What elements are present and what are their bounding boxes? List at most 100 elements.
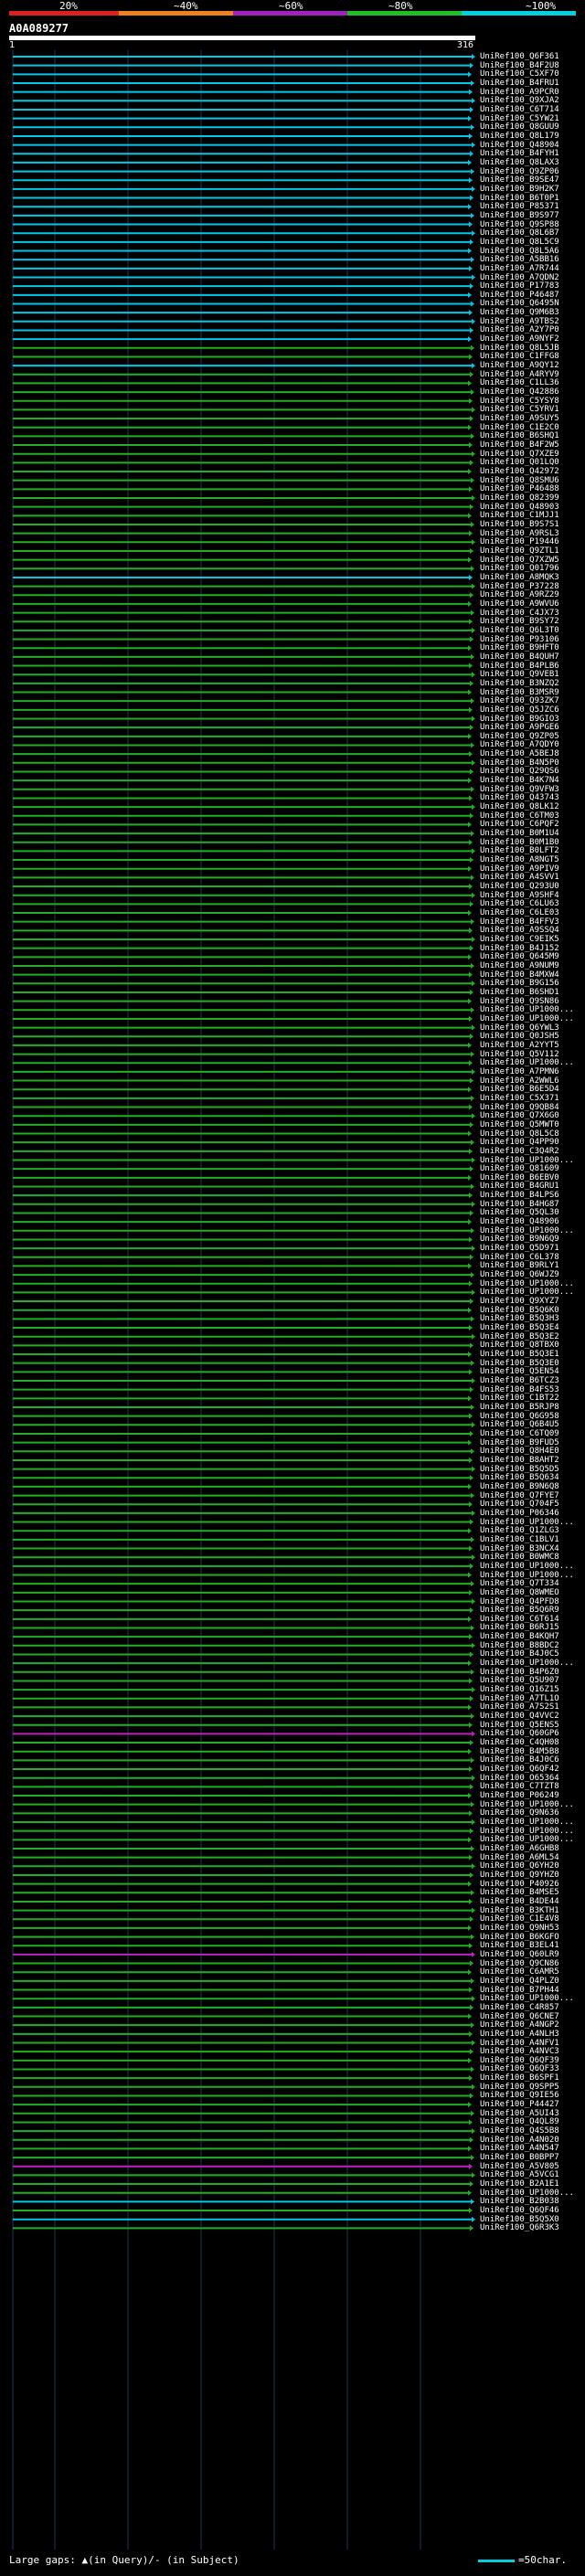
hit-label[interactable]: UniRef100_B9N6Q8 bbox=[480, 1482, 559, 1491]
hit-label[interactable]: UniRef100_B5Q3E1 bbox=[480, 1350, 559, 1359]
hit-label[interactable]: UniRef100_A9TBS2 bbox=[480, 317, 559, 326]
hit-label[interactable]: UniRef100_B9FUD5 bbox=[480, 1438, 559, 1447]
hit-label[interactable]: UniRef100_Q8L5JB bbox=[480, 344, 559, 353]
hit-label[interactable]: UniRef100_P19446 bbox=[480, 537, 559, 546]
hit-label[interactable]: UniRef100_Q7T334 bbox=[480, 1579, 559, 1588]
hit-label[interactable]: UniRef100_Q6B4U5 bbox=[480, 1420, 559, 1429]
hit-label[interactable]: UniRef100_B4QUH7 bbox=[480, 652, 559, 662]
hit-label[interactable]: UniRef100_P46488 bbox=[480, 484, 559, 493]
hit-label[interactable]: UniRef100_Q4PP90 bbox=[480, 1138, 559, 1147]
hit-label[interactable]: UniRef100_Q0JSH5 bbox=[480, 1032, 559, 1041]
hit-label[interactable]: UniRef100_Q8WMEO bbox=[480, 1588, 559, 1597]
hit-label[interactable]: UniRef100_Q82399 bbox=[480, 493, 559, 503]
hit-label[interactable]: UniRef100_C1LL36 bbox=[480, 378, 559, 387]
hit-label[interactable]: UniRef100_A4NLH3 bbox=[480, 2030, 559, 2039]
hit-label[interactable]: UniRef100_C4QH08 bbox=[480, 1738, 559, 1747]
hit-label[interactable]: UniRef100_Q4S5B8 bbox=[480, 2126, 559, 2136]
hit-label[interactable]: UniRef100_UP1000... bbox=[480, 1014, 574, 1023]
hit-label[interactable]: UniRef100_B9N6Q9 bbox=[480, 1235, 559, 1244]
hit-label[interactable]: UniRef100_A5UI43 bbox=[480, 2109, 559, 2118]
hit-label[interactable]: UniRef100_A9RZ29 bbox=[480, 590, 559, 599]
hit-label[interactable]: UniRef100_B6RJ15 bbox=[480, 1623, 559, 1632]
hit-label[interactable]: UniRef100_Q8L6B7 bbox=[480, 228, 559, 238]
hit-label[interactable]: UniRef100_B4FRU1 bbox=[480, 79, 559, 88]
hit-label[interactable]: UniRef100_B4FFV3 bbox=[480, 917, 559, 927]
hit-label[interactable]: UniRef100_C6TQ09 bbox=[480, 1429, 559, 1438]
hit-label[interactable]: UniRef100_P40926 bbox=[480, 1880, 559, 1889]
hit-label[interactable]: UniRef100_B6KGFO bbox=[480, 1933, 559, 1942]
hit-label[interactable]: UniRef100_Q8TBX0 bbox=[480, 1341, 559, 1350]
hit-label[interactable]: UniRef100_B4HG87 bbox=[480, 1200, 559, 1209]
hit-label[interactable]: UniRef100_B4GRU1 bbox=[480, 1182, 559, 1191]
hit-label[interactable]: UniRef100_B5Q3E0 bbox=[480, 1359, 559, 1368]
hit-label[interactable]: UniRef100_Q01LQ0 bbox=[480, 458, 559, 467]
hit-label[interactable]: UniRef100_Q9VEB1 bbox=[480, 670, 559, 679]
hit-label[interactable]: UniRef100_A2YYT5 bbox=[480, 1041, 559, 1050]
hit-label[interactable]: UniRef100_B6SHQ1 bbox=[480, 431, 559, 440]
hit-label[interactable]: UniRef100_B4FYH1 bbox=[480, 149, 559, 158]
hit-label[interactable]: UniRef100_Q7FYE7 bbox=[480, 1491, 559, 1500]
hit-label[interactable]: UniRef100_C1BLV1 bbox=[480, 1535, 559, 1544]
hit-label[interactable]: UniRef100_B4P6Z0 bbox=[480, 1668, 559, 1677]
hit-label[interactable]: UniRef100_B9HFT0 bbox=[480, 643, 559, 652]
hit-label[interactable]: UniRef100_A9RSL3 bbox=[480, 529, 559, 538]
hit-label[interactable]: UniRef100_Q9CN86 bbox=[480, 1959, 559, 1968]
hit-label[interactable]: UniRef100_B4K7N4 bbox=[480, 776, 559, 785]
hit-label[interactable]: UniRef100_Q60LR9 bbox=[480, 1950, 559, 1959]
hit-label[interactable]: UniRef100_Q5V112 bbox=[480, 1050, 559, 1059]
hit-label[interactable]: UniRef100_B4F2W5 bbox=[480, 440, 559, 450]
hit-label[interactable]: UniRef100_B6T0P1 bbox=[480, 194, 559, 203]
hit-label[interactable]: UniRef100_Q9XJA2 bbox=[480, 96, 559, 105]
hit-label[interactable]: UniRef100_Q5ENS5 bbox=[480, 1721, 559, 1730]
hit-label[interactable]: UniRef100_Q8GUU9 bbox=[480, 122, 559, 132]
hit-label[interactable]: UniRef100_Q8L5C8 bbox=[480, 1129, 559, 1139]
hit-label[interactable]: UniRef100_Q16Z15 bbox=[480, 1685, 559, 1694]
hit-label[interactable]: UniRef100_UP1000... bbox=[480, 1835, 574, 1844]
hit-label[interactable]: UniRef100_UP1000... bbox=[480, 1800, 574, 1809]
hit-label[interactable]: UniRef100_C6LU63 bbox=[480, 899, 559, 908]
hit-label[interactable]: UniRef100_A4N020 bbox=[480, 2136, 559, 2145]
hit-label[interactable]: UniRef100_C4R857 bbox=[480, 2003, 559, 2012]
hit-label[interactable]: UniRef100_B2B038 bbox=[480, 2197, 559, 2206]
hit-label[interactable]: UniRef100_Q7X6G0 bbox=[480, 1111, 559, 1120]
hit-label[interactable]: UniRef100_Q6QF39 bbox=[480, 2056, 559, 2065]
hit-label[interactable]: UniRef100_B3KTH1 bbox=[480, 1906, 559, 1915]
hit-label[interactable]: UniRef100_Q48906 bbox=[480, 1217, 559, 1226]
hit-label[interactable]: UniRef100_Q9M6B3 bbox=[480, 308, 559, 317]
hit-label[interactable]: UniRef100_B4KQH7 bbox=[480, 1632, 559, 1641]
hit-label[interactable]: UniRef100_C6L378 bbox=[480, 1253, 559, 1262]
hit-label[interactable]: UniRef100_B9GIO3 bbox=[480, 715, 559, 724]
hit-label[interactable]: UniRef100_B6TCZ3 bbox=[480, 1376, 559, 1385]
hit-label[interactable]: UniRef100_Q5QL30 bbox=[480, 1208, 559, 1217]
hit-label[interactable]: UniRef100_Q9IE56 bbox=[480, 2091, 559, 2100]
hit-label[interactable]: UniRef100_C9EIK5 bbox=[480, 935, 559, 944]
hit-label[interactable]: UniRef100_UP1000... bbox=[480, 1288, 574, 1297]
hit-label[interactable]: UniRef100_Q5U907 bbox=[480, 1676, 559, 1685]
hit-label[interactable]: UniRef100_A5BB16 bbox=[480, 255, 559, 264]
hit-label[interactable]: UniRef100_A9NUM9 bbox=[480, 961, 559, 970]
hit-label[interactable]: UniRef100_P44427 bbox=[480, 2100, 559, 2109]
hit-label[interactable]: UniRef100_B9RLY1 bbox=[480, 1261, 559, 1270]
hit-label[interactable]: UniRef100_A4NVC3 bbox=[480, 2047, 559, 2056]
hit-label[interactable]: UniRef100_A2WWL6 bbox=[480, 1076, 559, 1086]
hit-label[interactable]: UniRef100_A9SUY5 bbox=[480, 414, 559, 423]
hit-label[interactable]: UniRef100_A5VCG1 bbox=[480, 2170, 559, 2179]
hit-label[interactable]: UniRef100_A5BEJ8 bbox=[480, 749, 559, 758]
hit-label[interactable]: UniRef100_Q6G958 bbox=[480, 1412, 559, 1421]
hit-label[interactable]: UniRef100_B4PLB6 bbox=[480, 662, 559, 671]
hit-label[interactable]: UniRef100_Q93ZK7 bbox=[480, 696, 559, 705]
hit-label[interactable]: UniRef100_UP1000... bbox=[480, 1058, 574, 1067]
hit-label[interactable]: UniRef100_Q5JZC6 bbox=[480, 705, 559, 715]
hit-label[interactable]: UniRef100_B5Q3E2 bbox=[480, 1332, 559, 1341]
hit-label[interactable]: UniRef100_Q42886 bbox=[480, 387, 559, 397]
hit-label[interactable]: UniRef100_A2Y7P0 bbox=[480, 325, 559, 334]
hit-label[interactable]: UniRef100_C1FFG8 bbox=[480, 352, 559, 361]
hit-label[interactable]: UniRef100_A9PCR0 bbox=[480, 88, 559, 97]
hit-label[interactable]: UniRef100_P17783 bbox=[480, 281, 559, 291]
hit-label[interactable]: UniRef100_Q9N636 bbox=[480, 1808, 559, 1818]
hit-label[interactable]: UniRef100_Q48904 bbox=[480, 141, 559, 150]
hit-label[interactable]: UniRef100_A8MQK3 bbox=[480, 573, 559, 582]
hit-label[interactable]: UniRef100_Q9ZP06 bbox=[480, 167, 559, 176]
hit-label[interactable]: UniRef100_A7QDY0 bbox=[480, 740, 559, 749]
hit-label[interactable]: UniRef100_P46487 bbox=[480, 291, 559, 300]
